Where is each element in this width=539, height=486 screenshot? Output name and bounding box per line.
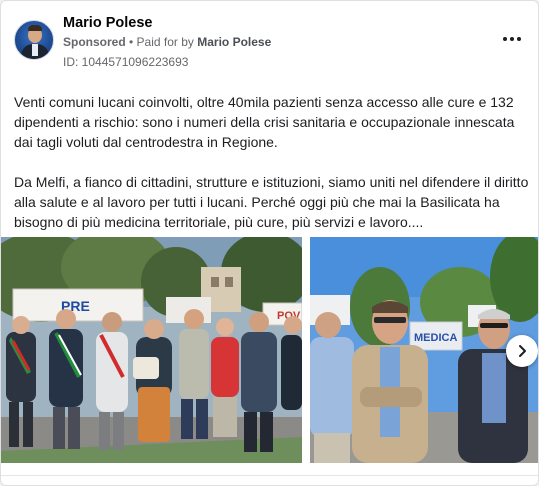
ad-post-card: Mario Polese Sponsored • Paid for by Mar…: [0, 0, 539, 486]
chevron-right-icon: [519, 345, 526, 357]
carousel-photo-1[interactable]: PRE POV: [1, 237, 302, 463]
author-name[interactable]: Mario Polese: [63, 15, 152, 31]
paid-for-label: • Paid for by: [125, 35, 198, 49]
sponsored-line: Sponsored • Paid for by Mario Polese: [63, 35, 271, 49]
sponsored-label: Sponsored: [63, 35, 126, 49]
author-avatar[interactable]: [14, 20, 54, 60]
post-paragraph-1: Venti comuni lucani coinvolti, oltre 40m…: [14, 94, 515, 150]
card-divider: [1, 475, 538, 476]
ad-id: ID: 1044571096223693: [63, 55, 189, 69]
paid-for-name[interactable]: Mario Polese: [197, 35, 271, 49]
more-options-button[interactable]: [500, 29, 524, 49]
photo-carousel: PRE POV MEDICA: [1, 237, 538, 463]
banner-text-photo2: MEDICA: [414, 332, 457, 344]
more-horizontal-icon: [503, 37, 507, 41]
carousel-next-button[interactable]: [506, 335, 538, 367]
post-header: Mario Polese Sponsored • Paid for by Mar…: [13, 11, 526, 75]
post-paragraph-2: Da Melfi, a fianco di cittadini, struttu…: [14, 174, 529, 230]
carousel-photo-2[interactable]: MEDICA: [310, 237, 538, 463]
post-text: Venti comuni lucani coinvolti, oltre 40m…: [14, 92, 529, 232]
